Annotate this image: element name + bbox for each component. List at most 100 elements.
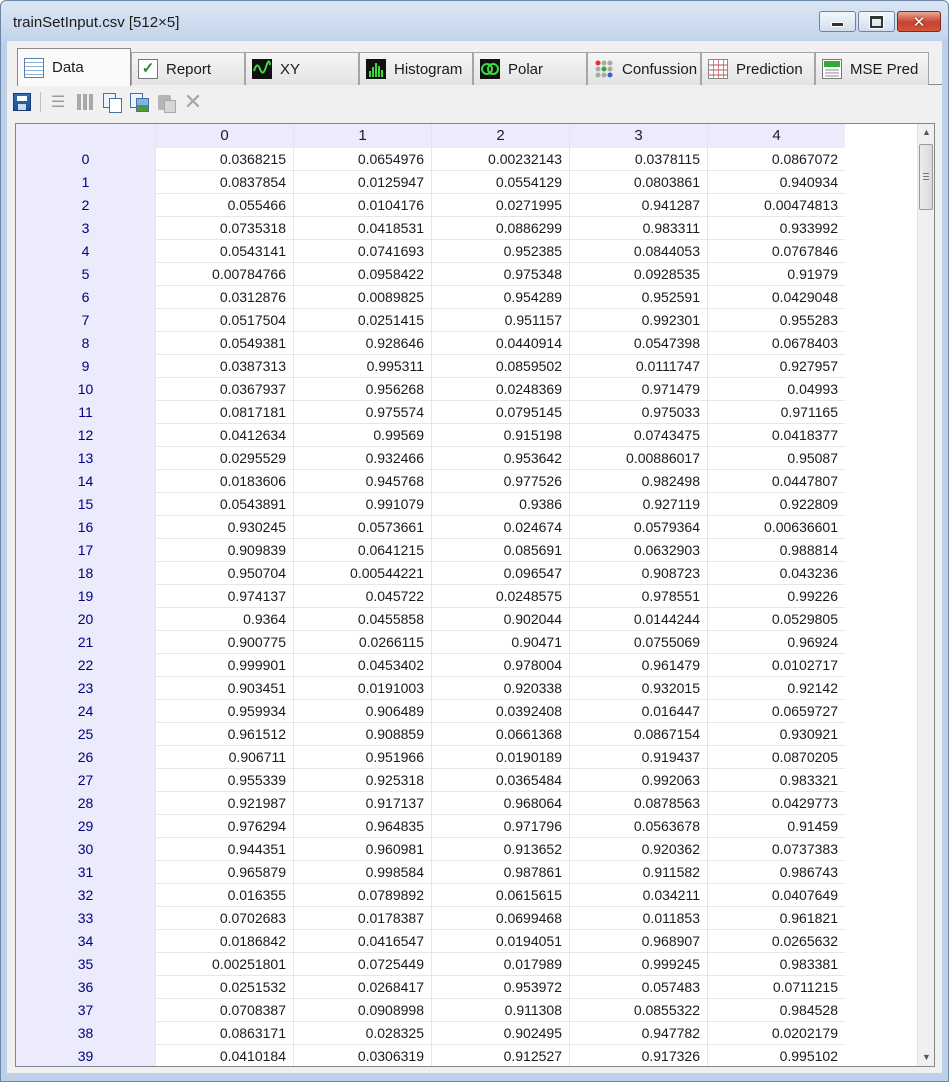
- table-cell[interactable]: 0.933992: [707, 217, 845, 240]
- row-header[interactable]: 7: [16, 309, 155, 332]
- table-cell[interactable]: 0.908723: [569, 562, 707, 585]
- table-cell[interactable]: 0.932466: [293, 447, 431, 470]
- table-cell[interactable]: 0.0368215: [155, 148, 293, 171]
- table-cell[interactable]: 0.0795145: [431, 401, 569, 424]
- row-header[interactable]: 15: [16, 493, 155, 516]
- table-cell[interactable]: 0.968907: [569, 930, 707, 953]
- table-cell[interactable]: 0.011853: [569, 907, 707, 930]
- table-cell[interactable]: 0.0878563: [569, 792, 707, 815]
- table-cell[interactable]: 0.959934: [155, 700, 293, 723]
- table-cell[interactable]: 0.0194051: [431, 930, 569, 953]
- delete-columns-button[interactable]: [74, 91, 96, 113]
- row-header[interactable]: 21: [16, 631, 155, 654]
- tab-report[interactable]: ✓ Report: [131, 52, 245, 85]
- table-cell[interactable]: 0.953642: [431, 447, 569, 470]
- table-cell[interactable]: 0.961479: [569, 654, 707, 677]
- table-cell[interactable]: 0.964835: [293, 815, 431, 838]
- table-cell[interactable]: 0.0579364: [569, 516, 707, 539]
- table-cell[interactable]: 0.00232143: [431, 148, 569, 171]
- table-cell[interactable]: 0.951966: [293, 746, 431, 769]
- table-cell[interactable]: 0.0867154: [569, 723, 707, 746]
- save-button[interactable]: [11, 91, 33, 113]
- table-cell[interactable]: 0.0859502: [431, 355, 569, 378]
- table-cell[interactable]: 0.0725449: [293, 953, 431, 976]
- row-header[interactable]: 25: [16, 723, 155, 746]
- table-cell[interactable]: 0.902495: [431, 1022, 569, 1045]
- table-cell[interactable]: 0.911582: [569, 861, 707, 884]
- table-cell[interactable]: 0.0863171: [155, 1022, 293, 1045]
- table-cell[interactable]: 0.956268: [293, 378, 431, 401]
- table-cell[interactable]: 0.0661368: [431, 723, 569, 746]
- table-cell[interactable]: 0.927119: [569, 493, 707, 516]
- row-header[interactable]: 24: [16, 700, 155, 723]
- table-cell[interactable]: 0.975033: [569, 401, 707, 424]
- delete-rows-button[interactable]: ☰: [47, 91, 69, 113]
- table-cell[interactable]: 0.950704: [155, 562, 293, 585]
- row-header[interactable]: 34: [16, 930, 155, 953]
- table-cell[interactable]: 0.0702683: [155, 907, 293, 930]
- row-header[interactable]: 13: [16, 447, 155, 470]
- table-cell[interactable]: 0.0416547: [293, 930, 431, 953]
- tab-prediction[interactable]: Prediction: [701, 52, 815, 85]
- data-grid[interactable]: 0 1 2 3 4 0 0.0368215 0.0654976 0.00232143 0…: [15, 123, 935, 1067]
- table-cell[interactable]: 0.0573661: [293, 516, 431, 539]
- table-cell[interactable]: 0.016447: [569, 700, 707, 723]
- row-header[interactable]: 0: [16, 148, 155, 171]
- table-cell[interactable]: 0.0271995: [431, 194, 569, 217]
- row-header[interactable]: 29: [16, 815, 155, 838]
- tab-mse-pred[interactable]: MSE Pred: [815, 52, 929, 85]
- row-header[interactable]: 5: [16, 263, 155, 286]
- table-cell[interactable]: 0.944351: [155, 838, 293, 861]
- table-cell[interactable]: 0.085691: [431, 539, 569, 562]
- row-header[interactable]: 26: [16, 746, 155, 769]
- column-header[interactable]: 1: [293, 124, 431, 148]
- table-cell[interactable]: 0.0803861: [569, 171, 707, 194]
- table-cell[interactable]: 0.0789892: [293, 884, 431, 907]
- table-cell[interactable]: 0.91459: [707, 815, 845, 838]
- table-cell[interactable]: 0.906489: [293, 700, 431, 723]
- title-bar[interactable]: trainSetInput.csv [512×5] ✕: [1, 1, 948, 41]
- row-header[interactable]: 19: [16, 585, 155, 608]
- table-cell[interactable]: 0.0708387: [155, 999, 293, 1022]
- row-header[interactable]: 18: [16, 562, 155, 585]
- close-button[interactable]: ✕: [897, 11, 941, 32]
- row-header[interactable]: 37: [16, 999, 155, 1022]
- table-cell[interactable]: 0.0447807: [707, 470, 845, 493]
- tab-data[interactable]: Data: [17, 48, 131, 86]
- table-cell[interactable]: 0.0908998: [293, 999, 431, 1022]
- table-cell[interactable]: 0.0632903: [569, 539, 707, 562]
- table-cell[interactable]: 0.0817181: [155, 401, 293, 424]
- row-header[interactable]: 1: [16, 171, 155, 194]
- row-header[interactable]: 39: [16, 1045, 155, 1066]
- table-cell[interactable]: 0.0111747: [569, 355, 707, 378]
- table-cell[interactable]: 0.951157: [431, 309, 569, 332]
- table-cell[interactable]: 0.0678403: [707, 332, 845, 355]
- table-cell[interactable]: 0.00251801: [155, 953, 293, 976]
- table-cell[interactable]: 0.0367937: [155, 378, 293, 401]
- table-cell[interactable]: 0.940934: [707, 171, 845, 194]
- table-cell[interactable]: 0.096547: [431, 562, 569, 585]
- copy-button[interactable]: [101, 91, 123, 113]
- table-cell[interactable]: 0.955339: [155, 769, 293, 792]
- row-header[interactable]: 9: [16, 355, 155, 378]
- tab-confussion[interactable]: Confussion: [587, 52, 701, 85]
- column-header[interactable]: 0: [155, 124, 293, 148]
- table-cell[interactable]: 0.00784766: [155, 263, 293, 286]
- table-cell[interactable]: 0.92142: [707, 677, 845, 700]
- table-cell[interactable]: 0.909839: [155, 539, 293, 562]
- table-cell[interactable]: 0.0202179: [707, 1022, 845, 1045]
- table-cell[interactable]: 0.0529805: [707, 608, 845, 631]
- maximize-button[interactable]: [858, 11, 895, 32]
- table-cell[interactable]: 0.999901: [155, 654, 293, 677]
- row-header[interactable]: 30: [16, 838, 155, 861]
- table-cell[interactable]: 0.0251532: [155, 976, 293, 999]
- row-header[interactable]: 32: [16, 884, 155, 907]
- table-cell[interactable]: 0.9364: [155, 608, 293, 631]
- row-header[interactable]: 20: [16, 608, 155, 631]
- table-cell[interactable]: 0.954289: [431, 286, 569, 309]
- tab-polar[interactable]: Polar: [473, 52, 587, 85]
- copy-image-button[interactable]: [128, 91, 150, 113]
- table-cell[interactable]: 0.0248369: [431, 378, 569, 401]
- table-cell[interactable]: 0.0440914: [431, 332, 569, 355]
- table-cell[interactable]: 0.0844053: [569, 240, 707, 263]
